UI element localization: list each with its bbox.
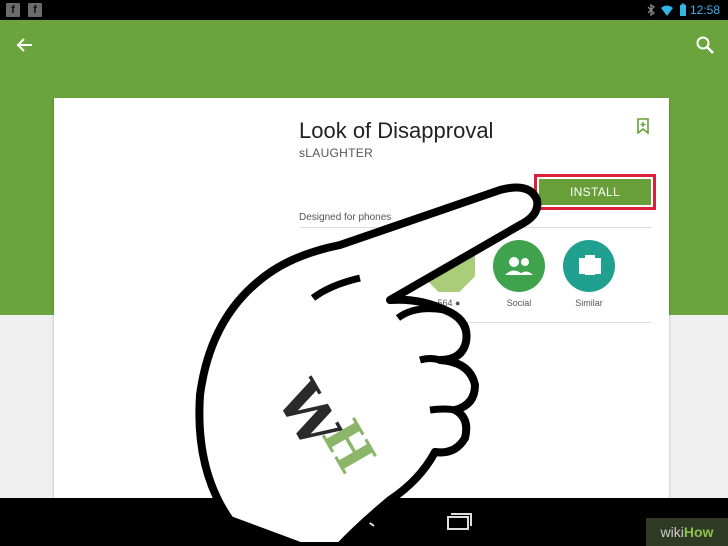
rating-count-label: 564 ● — [437, 298, 461, 308]
app-developer[interactable]: sLAUGHTER — [299, 146, 373, 160]
downloads-count-badge: THOUSAND — [347, 274, 399, 286]
nav-recents-icon[interactable] — [443, 511, 473, 533]
downloads-badge: THOUSAND — [347, 240, 399, 292]
downloads-label: Downloads — [350, 298, 396, 308]
battery-icon — [680, 3, 686, 16]
similar-label: Similar — [575, 298, 603, 308]
app-description: Tons of emoticons at your fingertip. — [257, 334, 459, 349]
nav-home-icon[interactable] — [348, 511, 378, 533]
stat-similar[interactable]: Similar — [559, 240, 619, 308]
facebook-icon: f — [28, 3, 42, 17]
bluetooth-icon — [647, 3, 656, 17]
social-icon[interactable] — [493, 240, 545, 292]
stat-rating: 4.4 564 ● — [419, 240, 479, 308]
divider — [299, 322, 651, 323]
wishlist-bookmark-icon[interactable] — [636, 118, 650, 134]
nav-back-icon[interactable] — [250, 511, 280, 533]
app-details-card: Look of Disapproval sLAUGHTER INSTALL De… — [54, 98, 669, 498]
clock: 12:58 — [689, 3, 720, 17]
navigation-bar — [0, 498, 728, 546]
status-bar: f f 12:58 — [0, 0, 728, 20]
stat-social[interactable]: Social — [489, 240, 549, 308]
rating-badge: 4.4 — [423, 240, 475, 292]
back-arrow-icon[interactable] — [14, 34, 36, 56]
read-more-button[interactable]: READ MORE — [329, 372, 400, 384]
install-button[interactable]: INSTALL — [539, 179, 651, 205]
wifi-icon — [661, 5, 673, 16]
social-label: Social — [506, 298, 532, 308]
similar-icon[interactable] — [563, 240, 615, 292]
app-title: Look of Disapproval — [299, 118, 494, 143]
designed-for-label: Designed for phones — [299, 212, 392, 223]
person-icon: ● — [455, 298, 461, 308]
wikihow-watermark: wikiHow — [646, 518, 728, 546]
divider — [299, 227, 651, 228]
facebook-icon: f — [6, 3, 20, 17]
search-icon[interactable] — [694, 34, 716, 56]
stat-downloads: THOUSAND Downloads — [343, 240, 403, 308]
